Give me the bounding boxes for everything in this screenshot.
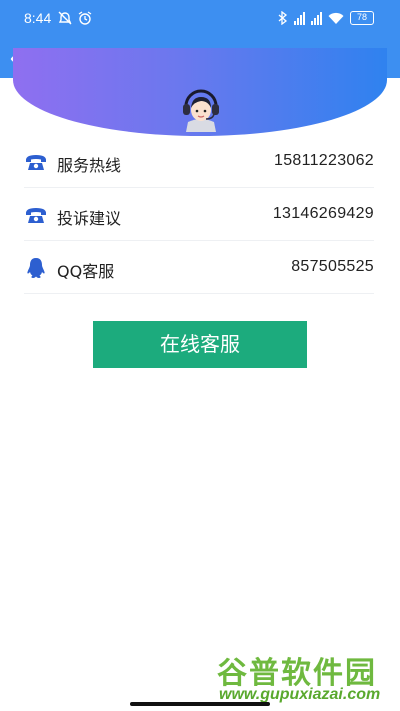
- contact-value[interactable]: 15811223062: [274, 152, 374, 170]
- qq-penguin-icon: [27, 258, 45, 278]
- alarm-icon: [78, 11, 92, 25]
- contact-label: 服务热线: [57, 156, 122, 175]
- online-service-button[interactable]: 在线客服: [93, 321, 307, 368]
- cell-signal-icon: [311, 11, 322, 25]
- contact-label: QQ客服: [57, 262, 115, 281]
- wifi-icon: [328, 12, 344, 24]
- bluetooth-icon: [278, 11, 288, 25]
- contact-value[interactable]: 857505525: [291, 258, 374, 276]
- contact-row-qq[interactable]: QQ客服 857505525: [24, 242, 374, 294]
- contact-value[interactable]: 13146269429: [273, 205, 374, 223]
- battery-icon: 78: [350, 11, 374, 25]
- mute-notification-icon: [58, 11, 72, 25]
- contact-row-hotline[interactable]: 服务热线 15811223062: [24, 136, 374, 188]
- watermark-logo: 谷普软件园 www.gupuxiazai.com: [217, 648, 397, 708]
- cell-signal-icon: [294, 11, 305, 25]
- phone-icon: [26, 155, 46, 170]
- contact-label: 投诉建议: [57, 209, 122, 228]
- status-time: 8:44: [24, 10, 52, 26]
- customer-service-avatar-icon: [183, 89, 219, 132]
- home-indicator[interactable]: [130, 702, 270, 706]
- phone-icon: [26, 208, 46, 223]
- contact-row-complaint[interactable]: 投诉建议 13146269429: [24, 189, 374, 241]
- status-bar: 8:44 78: [0, 0, 400, 40]
